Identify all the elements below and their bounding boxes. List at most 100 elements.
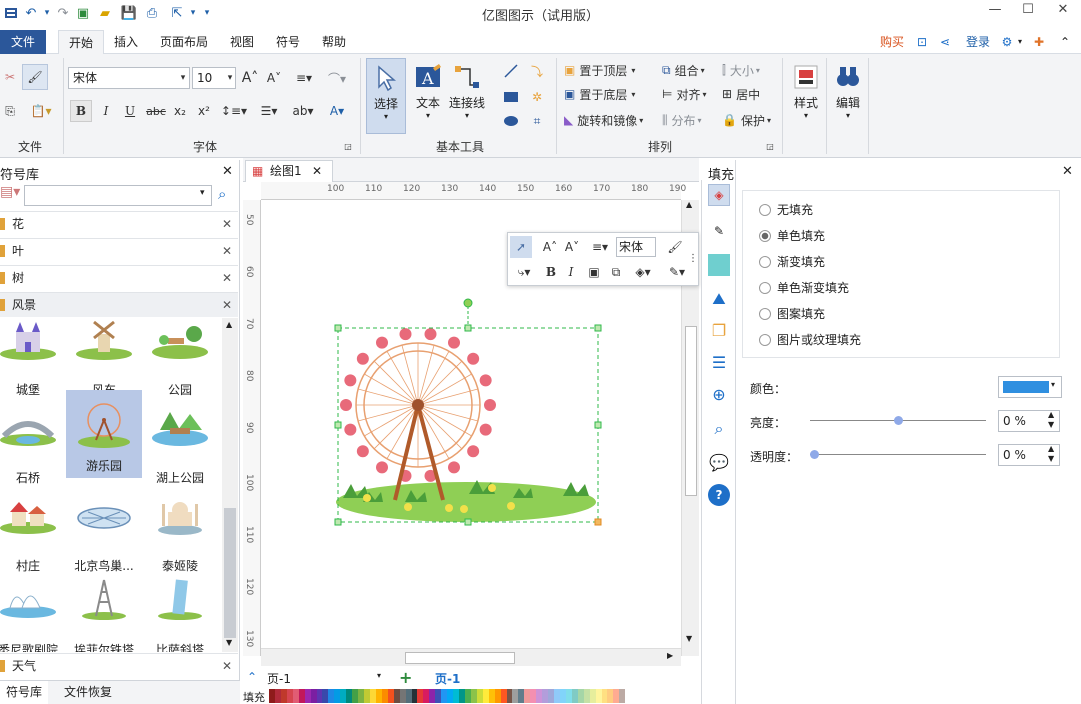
point-tool-icon[interactable]: ✲ xyxy=(526,86,548,108)
scroll-down-icon[interactable]: ▼ xyxy=(226,638,232,647)
category-weather[interactable]: 天气 ✕ xyxy=(0,653,238,678)
font-dialog-launcher-icon[interactable]: ◲ xyxy=(342,140,354,152)
select-tool-button[interactable]: 选择 ▾ xyxy=(366,58,406,134)
menu-page-layout[interactable]: 页面布局 xyxy=(152,30,216,54)
shadow-panel-icon[interactable] xyxy=(708,254,730,276)
menu-help[interactable]: 帮助 xyxy=(314,30,354,54)
symbol-eiffel-tower[interactable]: 埃菲尔铁塔 xyxy=(66,578,142,652)
brightness-spin-arrows-icon[interactable]: ▲ ▼ xyxy=(1048,410,1054,430)
close-icon[interactable]: ✕ xyxy=(1048,2,1078,22)
scroll-thumb[interactable] xyxy=(224,508,236,638)
font-size-dropdown-icon[interactable]: ▾ xyxy=(224,68,236,88)
scroll-up-icon[interactable]: ▲ xyxy=(226,320,232,329)
library-close-icon[interactable]: ✕ xyxy=(222,164,233,179)
category-close-icon[interactable]: ✕ xyxy=(222,266,232,290)
font-family-dropdown-icon[interactable]: ▾ xyxy=(176,68,190,88)
login-link[interactable]: 登录 xyxy=(960,30,996,54)
category-close-icon[interactable]: ✕ xyxy=(222,654,232,678)
maximize-icon[interactable]: ☐ xyxy=(1013,2,1043,22)
font-color-icon[interactable]: A▾ xyxy=(322,100,352,122)
text-tool-button[interactable]: A 文本 ▾ xyxy=(408,58,448,130)
arrange-dialog-launcher-icon[interactable]: ◲ xyxy=(764,140,776,152)
align-button[interactable]: ⊨ 对齐 ▾ xyxy=(662,84,718,104)
paste-icon[interactable]: 📋▾ xyxy=(26,100,56,122)
connector-dropdown-icon[interactable]: ▾ xyxy=(446,111,488,120)
symbol-castle[interactable]: 城堡 xyxy=(0,318,66,402)
tab-symbol-library[interactable]: 符号库 xyxy=(0,681,48,704)
copy-icon[interactable]: ⎘ xyxy=(0,100,20,122)
category-close-icon[interactable]: ✕ xyxy=(222,239,232,263)
crop-tool-icon[interactable]: ⌗ xyxy=(526,110,548,132)
strikethrough-button[interactable]: abc xyxy=(144,100,168,122)
menu-symbol[interactable]: 符号 xyxy=(268,30,308,54)
float-fill-icon[interactable]: ◈▾ xyxy=(628,261,658,283)
size-button[interactable]: ⫿ 大小 ▾ xyxy=(722,60,776,80)
menu-insert[interactable]: 插入 xyxy=(108,30,144,54)
center-button[interactable]: ⊞ 居中 xyxy=(722,84,776,104)
menu-view[interactable]: 视图 xyxy=(222,30,262,54)
search-dropdown-icon[interactable]: ▾ xyxy=(200,188,205,198)
cut-icon[interactable]: ✂ xyxy=(0,66,20,88)
scroll-down-icon[interactable]: ▼ xyxy=(686,634,692,643)
rectangle-tool-icon[interactable] xyxy=(500,86,522,108)
format-painter-icon[interactable]: 🖌 xyxy=(22,64,48,90)
protect-button[interactable]: 🔒 保护 ▾ xyxy=(722,110,776,130)
transparency-slider-knob[interactable] xyxy=(810,450,819,459)
page-tab[interactable]: 页-1 xyxy=(435,670,460,687)
arc-tool-icon[interactable]: ⤵ xyxy=(526,60,548,82)
buy-link[interactable]: 购买 xyxy=(874,30,910,54)
fill-option-gradient[interactable]: 渐变填充 xyxy=(759,253,825,271)
category-leaf[interactable]: 叶 ✕ xyxy=(0,238,238,263)
fill-option-picture[interactable]: 图片或纹理填充 xyxy=(759,331,861,349)
attachment-panel-icon[interactable]: ⌕ xyxy=(708,418,730,440)
tab-close-icon[interactable]: ✕ xyxy=(312,161,322,181)
float-font-grow-icon[interactable]: A˄ xyxy=(540,236,560,258)
float-front-icon[interactable]: ▣ xyxy=(584,261,604,283)
line-panel-icon[interactable]: ✎ xyxy=(708,220,730,242)
superscript-button[interactable]: x² xyxy=(194,100,214,122)
palette-swatch[interactable] xyxy=(619,689,626,703)
fill-option-pattern[interactable]: 图案填充 xyxy=(759,305,825,323)
float-align-icon[interactable]: ≡▾ xyxy=(586,236,614,258)
tab-file-recovery[interactable]: 文件恢复 xyxy=(56,681,120,704)
float-bold-button[interactable]: B xyxy=(542,261,560,283)
library-scrollbar[interactable]: ▲ ▼ xyxy=(222,318,238,652)
group-button[interactable]: ⧉ 组合 ▾ xyxy=(662,60,718,80)
share-page-icon[interactable]: ⊡ xyxy=(913,30,931,54)
scroll-right-icon[interactable]: ▶ xyxy=(667,651,673,660)
float-italic-button[interactable]: I xyxy=(562,261,580,283)
underline-button[interactable]: U xyxy=(120,100,140,122)
line-spacing-icon[interactable]: ↕≡▾ xyxy=(220,100,248,122)
bold-button[interactable]: B xyxy=(70,100,92,122)
color-picker[interactable]: ▾ xyxy=(998,376,1062,398)
search-icon[interactable]: ⌕ xyxy=(218,185,236,205)
category-close-icon[interactable]: ✕ xyxy=(222,293,232,317)
collapse-ribbon-icon[interactable]: ⌃ xyxy=(1056,30,1074,54)
text-dropdown-icon[interactable]: ▾ xyxy=(408,111,448,120)
page-nav-up-icon[interactable]: ⌃ xyxy=(247,670,263,684)
fill-option-single-gradient[interactable]: 单色渐变填充 xyxy=(759,279,849,297)
font-grow-icon[interactable]: A˄ xyxy=(240,66,260,90)
settings-dropdown-icon[interactable]: ▾ xyxy=(1014,30,1026,54)
text-highlight-icon[interactable]: ab▾ xyxy=(288,100,318,122)
symbol-park[interactable]: 公园 xyxy=(142,318,218,402)
rotate-mirror-button[interactable]: ◣ 旋转和镜像 ▾ xyxy=(564,110,656,130)
text-direction-icon[interactable]: ⌒▾ xyxy=(322,66,352,90)
comment-panel-icon[interactable]: 💬 xyxy=(708,452,730,474)
library-menu-icon[interactable]: ▤▾ xyxy=(0,184,22,206)
transparency-spin-arrows-icon[interactable]: ▲ ▼ xyxy=(1048,444,1054,464)
bring-to-front-button[interactable]: ▣ 置于顶层 ▾ xyxy=(564,60,654,80)
document-panel-icon[interactable]: ☰ xyxy=(708,352,730,374)
menu-file[interactable]: 文件 xyxy=(0,30,46,54)
select-dropdown-icon[interactable]: ▾ xyxy=(367,112,405,121)
float-font-select[interactable]: 宋体 xyxy=(616,237,656,257)
fill-option-solid[interactable]: 单色填充 xyxy=(759,227,825,245)
style-button[interactable]: 样式 ▾ xyxy=(786,58,826,130)
ellipse-tool-icon[interactable] xyxy=(500,110,522,132)
symbol-stone-bridge[interactable]: 石桥 xyxy=(0,406,66,490)
connector-tool-button[interactable]: 连接线 ▾ xyxy=(446,58,488,130)
fill-panel-close-icon[interactable]: ✕ xyxy=(1062,164,1073,179)
italic-button[interactable]: I xyxy=(96,100,116,122)
float-back-icon[interactable]: ⧉ xyxy=(606,261,626,283)
symbol-birds-nest[interactable]: 北京鸟巢... xyxy=(66,494,142,578)
